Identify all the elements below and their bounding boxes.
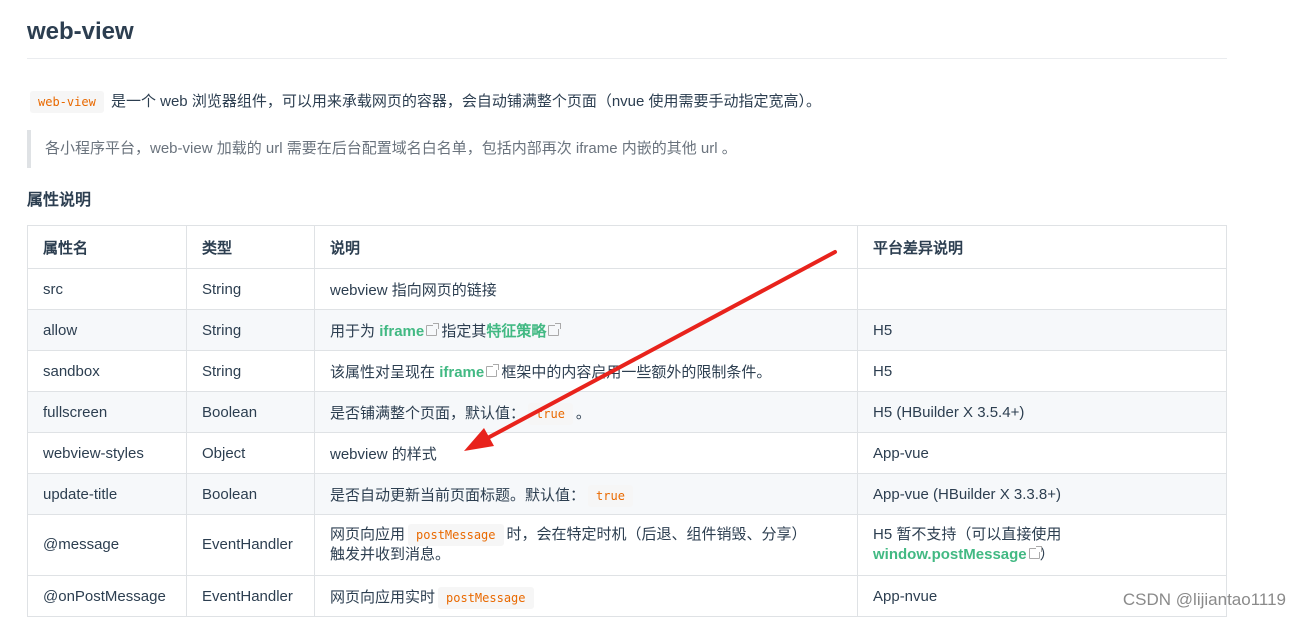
link-text: iframe (439, 363, 485, 381)
link-text: 特征策略 (486, 322, 547, 340)
table-header-row: 属性名 类型 说明 平台差异说明 (27, 225, 1227, 269)
note-text: 各小程序平台，web-view 加载的 url 需要在后台配置域名白名单，包括内… (45, 140, 737, 157)
cell-type: Boolean (186, 391, 315, 433)
external-link-icon (426, 322, 440, 336)
desc-text: 触发并收到消息。 (330, 546, 451, 563)
inline-code-postmessage: postMessage (408, 524, 504, 546)
external-link-icon (486, 363, 500, 377)
cell-platform: App-vue (857, 432, 1227, 474)
inline-code-web-view: web-view (30, 91, 104, 113)
cell-desc: webview 指向网页的链接 (314, 268, 858, 310)
cell-type: EventHandler (186, 514, 315, 576)
desc-text: 是否铺满整个页面，默认值： (330, 404, 526, 422)
cell-type: String (186, 309, 315, 351)
cell-name: @message (27, 514, 187, 576)
table-row: @message EventHandler 网页向应用 postMessage 时，… (27, 514, 1227, 576)
table-row: update-title Boolean 是否自动更新当前页面标题。默认值： tr… (27, 473, 1227, 515)
desc-text: 网页向应用 (330, 526, 406, 543)
iframe-link[interactable]: iframe (439, 363, 500, 381)
desc-text: 是否自动更新当前页面标题。默认值： (330, 486, 586, 504)
cell-platform: H5 (857, 309, 1227, 351)
feature-policy-link[interactable]: 特征策略 (486, 322, 562, 340)
cell-desc: 该属性对呈现在 iframe 框架中的内容启用一些额外的限制条件。 (314, 350, 858, 392)
intro-text: 是一个 web 浏览器组件，可以用来承载网页的容器，会自动铺满整个页面（nvue… (110, 93, 822, 110)
inline-code-true: true (588, 484, 633, 507)
external-link-icon (548, 322, 562, 336)
cell-name: webview-styles (27, 432, 187, 474)
cell-platform: H5 (857, 350, 1227, 392)
props-table: 属性名 类型 说明 平台差异说明 src String webview 指向网页… (27, 225, 1227, 617)
intro-paragraph: web-view 是一个 web 浏览器组件，可以用来承载网页的容器，会自动铺满… (27, 90, 822, 113)
blockquote-note: 各小程序平台，web-view 加载的 url 需要在后台配置域名白名单，包括内… (27, 130, 1227, 168)
cell-platform: H5 (HBuilder X 3.5.4+) (857, 391, 1227, 433)
cell-desc: 网页向应用实时 postMessage (314, 575, 858, 617)
header-desc: 说明 (314, 225, 858, 269)
table-row: @onPostMessage EventHandler 网页向应用实时 postM… (27, 575, 1227, 617)
page-title: web-view (27, 18, 1227, 59)
header-name: 属性名 (27, 225, 187, 269)
inline-code-true: true (528, 402, 573, 425)
watermark: CSDN @lijiantao1119 (1122, 590, 1286, 609)
desc-text: 网页向应用实时 (330, 588, 436, 606)
link-text: window.postMessage (873, 546, 1027, 563)
link-text: iframe (379, 322, 425, 340)
cell-desc: 网页向应用 postMessage 时，会在特定时机（后退、组件销毁、分享） 触发并收… (314, 514, 858, 576)
cell-name: sandbox (27, 350, 187, 392)
iframe-link[interactable]: iframe (379, 322, 440, 340)
cell-name: src (27, 268, 187, 310)
cell-name: fullscreen (27, 391, 187, 433)
cell-name: update-title (27, 473, 187, 515)
desc-text: 指定其 (441, 322, 487, 340)
inline-code-postmessage: postMessage (438, 586, 534, 609)
desc-text: 用于为 (330, 322, 376, 340)
table-row: fullscreen Boolean 是否铺满整个页面，默认值： true。 H5… (27, 391, 1227, 433)
header-type: 类型 (186, 225, 315, 269)
table-row: src String webview 指向网页的链接 (27, 268, 1227, 310)
platform-text: ） (1039, 546, 1055, 563)
cell-platform (857, 268, 1227, 310)
table-row: sandbox String 该属性对呈现在 iframe 框架中的内容启用一些… (27, 350, 1227, 392)
cell-type: String (186, 350, 315, 392)
cell-desc: 是否自动更新当前页面标题。默认值： true (314, 473, 858, 515)
desc-text: 该属性对呈现在 (330, 363, 436, 381)
cell-platform: App-vue (HBuilder X 3.3.8+) (857, 473, 1227, 515)
cell-type: Boolean (186, 473, 315, 515)
cell-name: @onPostMessage (27, 575, 187, 617)
cell-desc: webview 的样式 (314, 432, 858, 474)
table-row: webview-styles Object webview 的样式 App-vu… (27, 432, 1227, 474)
cell-type: Object (186, 432, 315, 474)
cell-platform: H5 暂不支持（可以直接使用 window.postMessage ） (857, 514, 1227, 576)
cell-type: EventHandler (186, 575, 315, 617)
desc-text: 框架中的内容启用一些额外的限制条件。 (501, 363, 772, 381)
cell-name: allow (27, 309, 187, 351)
external-link-icon (1028, 546, 1042, 559)
cell-desc: 用于为 iframe 指定其特征策略 (314, 309, 858, 351)
table-row: allow String 用于为 iframe 指定其特征策略 H5 (27, 309, 1227, 351)
section-title: 属性说明 (27, 192, 92, 209)
cell-type: String (186, 268, 315, 310)
header-platform: 平台差异说明 (857, 225, 1227, 269)
desc-text: 时，会在特定时机（后退、组件销毁、分享） (506, 526, 807, 543)
desc-text: 。 (575, 404, 591, 422)
cell-desc: 是否铺满整个页面，默认值： true。 (314, 391, 858, 433)
platform-text: H5 暂不支持（可以直接使用 (873, 526, 1062, 543)
window-postmessage-link[interactable]: window.postMessage (873, 546, 1042, 563)
